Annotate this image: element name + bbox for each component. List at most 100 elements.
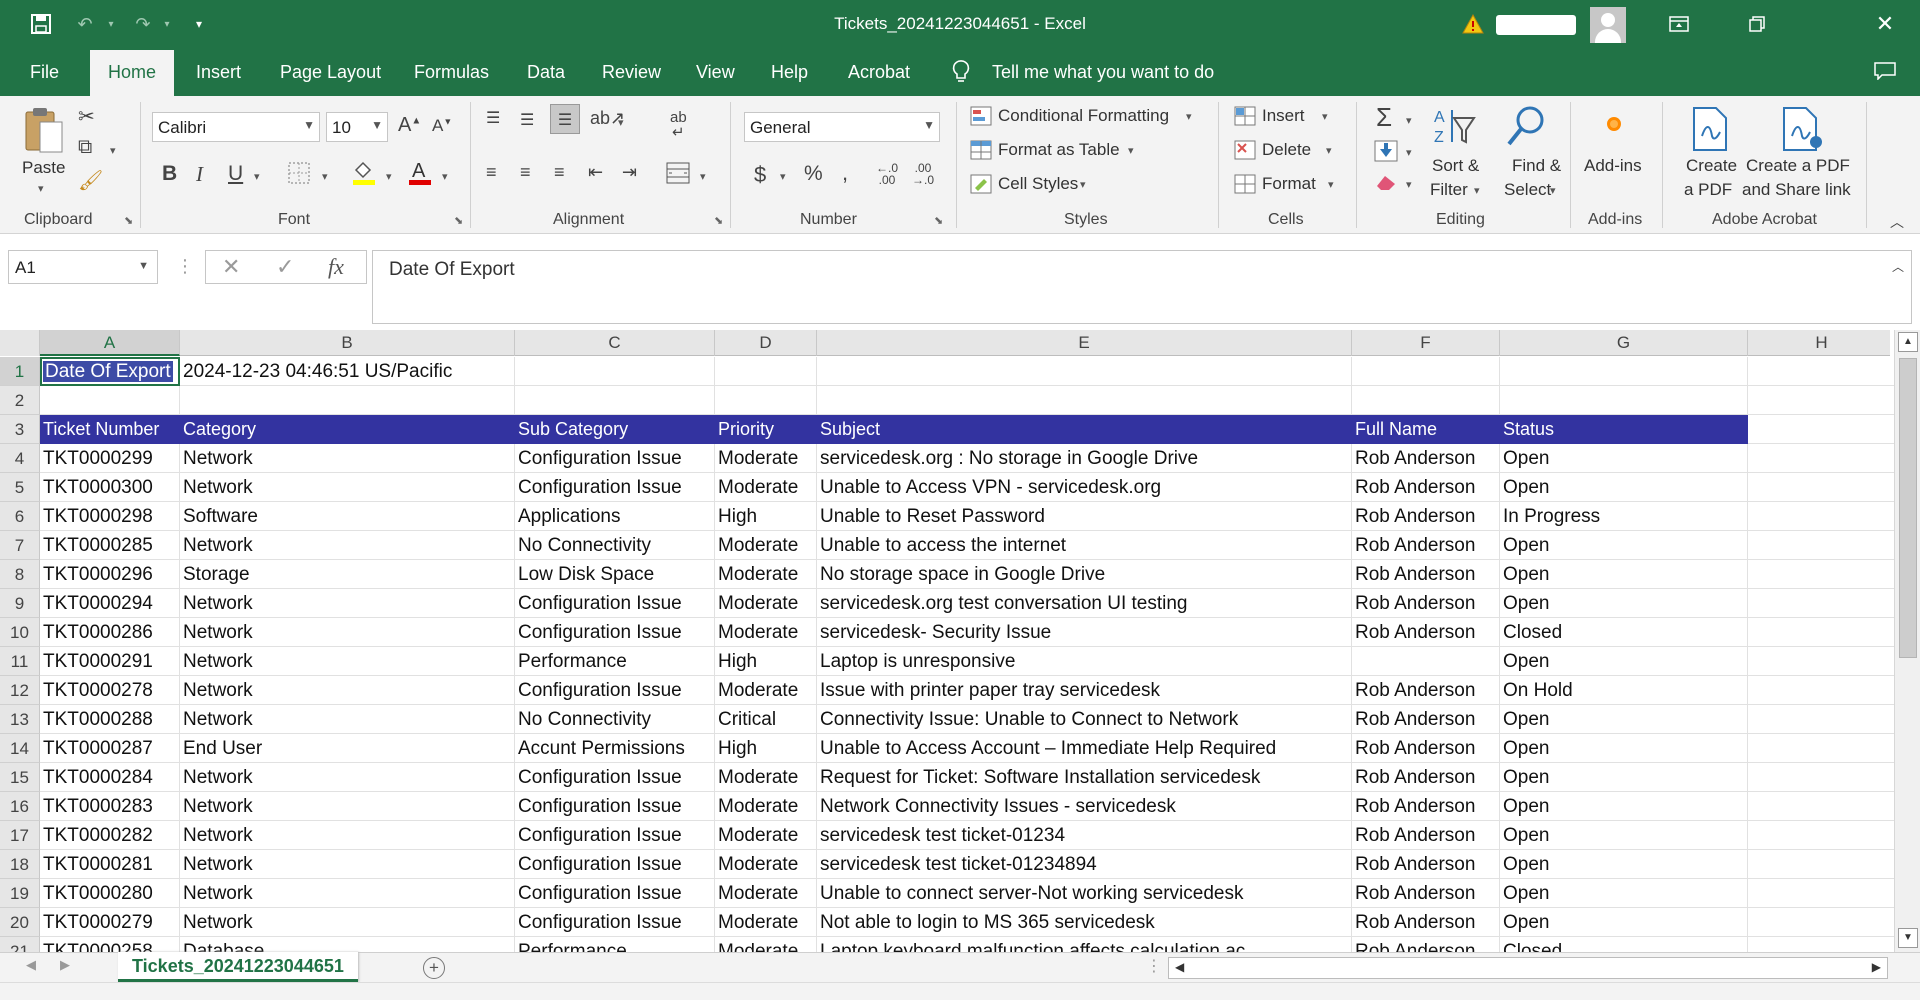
cell[interactable]: Rob Anderson <box>1352 937 1500 952</box>
align-right-icon[interactable]: ≡ <box>554 162 565 183</box>
table-header-cell[interactable]: Status <box>1500 415 1748 444</box>
cell[interactable]: Moderate <box>715 618 817 647</box>
create-share-pdf-label-1[interactable]: Create a PDF <box>1746 156 1850 176</box>
cell[interactable]: Network <box>180 792 515 821</box>
cell[interactable]: Request for Ticket: Software Installatio… <box>817 763 1352 792</box>
cell[interactable]: TKT0000285 <box>40 531 180 560</box>
fill-color-dropdown-icon[interactable]: ▾ <box>386 170 392 183</box>
scroll-up-icon[interactable]: ▲ <box>1898 332 1918 352</box>
cell[interactable]: TKT0000278 <box>40 676 180 705</box>
cell[interactable] <box>715 357 817 386</box>
prev-sheet-icon[interactable]: ◀ <box>26 957 36 973</box>
tab-acrobat[interactable]: Acrobat <box>848 62 910 83</box>
cell[interactable]: Moderate <box>715 937 817 952</box>
cell[interactable]: Moderate <box>715 444 817 473</box>
scroll-thumb[interactable] <box>1899 358 1917 658</box>
cell[interactable]: Open <box>1500 589 1748 618</box>
cell[interactable] <box>1748 386 1896 415</box>
cell-styles-dropdown-icon[interactable]: ▾ <box>1080 178 1086 191</box>
cell[interactable]: No Connectivity <box>515 531 715 560</box>
cell[interactable]: Network <box>180 618 515 647</box>
cell[interactable] <box>1748 763 1896 792</box>
cell[interactable]: Network <box>180 647 515 676</box>
row-header[interactable]: 12 <box>0 676 40 705</box>
cell[interactable]: High <box>715 734 817 763</box>
cell[interactable]: TKT0000294 <box>40 589 180 618</box>
cell[interactable]: Open <box>1500 763 1748 792</box>
cell[interactable]: High <box>715 647 817 676</box>
clipboard-launcher-icon[interactable]: ⬊ <box>124 214 133 227</box>
cell[interactable]: Rob Anderson <box>1352 676 1500 705</box>
cell[interactable]: Unable to connect server-Not working ser… <box>817 879 1352 908</box>
cell[interactable]: Unable to Access Account – Immediate Hel… <box>817 734 1352 763</box>
formula-input[interactable]: Date Of Export <box>372 250 1912 324</box>
cell[interactable]: Rob Anderson <box>1352 589 1500 618</box>
cell[interactable]: TKT0000283 <box>40 792 180 821</box>
cell[interactable]: Closed <box>1500 937 1748 952</box>
cancel-icon[interactable]: ✕ <box>222 254 240 280</box>
format-cells-icon[interactable] <box>1234 174 1256 199</box>
paste-dropdown-icon[interactable]: ▾ <box>38 182 44 195</box>
table-header-cell[interactable]: Sub Category <box>515 415 715 444</box>
cell[interactable] <box>1748 560 1896 589</box>
add-ins-button[interactable]: Add-ins <box>1584 156 1642 176</box>
cell[interactable]: Network <box>180 821 515 850</box>
cell[interactable]: On Hold <box>1500 676 1748 705</box>
table-header-cell[interactable]: Ticket Number <box>40 415 180 444</box>
create-share-pdf-icon[interactable] <box>1780 106 1824 157</box>
cell[interactable]: Unable to Access VPN - servicedesk.org <box>817 473 1352 502</box>
cell[interactable] <box>1748 879 1896 908</box>
row-header[interactable]: 10 <box>0 618 40 647</box>
cell[interactable]: TKT0000291 <box>40 647 180 676</box>
fill-color-icon[interactable] <box>352 160 376 191</box>
cell[interactable]: TKT0000298 <box>40 502 180 531</box>
paste-icon[interactable] <box>22 104 66 158</box>
cell[interactable]: Laptop is unresponsive <box>817 647 1352 676</box>
row-header[interactable]: 5 <box>0 473 40 502</box>
cell[interactable]: TKT0000286 <box>40 618 180 647</box>
tab-home[interactable]: Home <box>90 50 175 96</box>
cell[interactable] <box>1748 676 1896 705</box>
table-header-cell[interactable]: Priority <box>715 415 817 444</box>
sort-filter-label-2[interactable]: Filter <box>1430 180 1468 200</box>
column-header-f[interactable]: F <box>1352 330 1500 356</box>
column-header-g[interactable]: G <box>1500 330 1748 356</box>
sort-filter-label-1[interactable]: Sort & <box>1432 156 1479 176</box>
alignment-launcher-icon[interactable]: ⬊ <box>714 214 723 227</box>
cell[interactable]: Rob Anderson <box>1352 444 1500 473</box>
cell[interactable]: Network <box>180 850 515 879</box>
cell[interactable]: Open <box>1500 531 1748 560</box>
align-top-icon[interactable]: ☰ <box>486 108 500 128</box>
cell[interactable]: Moderate <box>715 792 817 821</box>
cell[interactable]: Accunt Permissions <box>515 734 715 763</box>
font-size-combo[interactable]: 10 ▼ <box>326 112 388 142</box>
cell[interactable]: Closed <box>1500 618 1748 647</box>
ribbon-display-icon[interactable] <box>1664 9 1694 39</box>
cell[interactable] <box>1748 502 1896 531</box>
cell[interactable]: High <box>715 502 817 531</box>
scroll-down-icon[interactable]: ▼ <box>1898 928 1918 948</box>
cell[interactable] <box>1352 386 1500 415</box>
format-as-table-dropdown-icon[interactable]: ▾ <box>1128 144 1134 157</box>
name-box[interactable]: A1 ▼ <box>8 250 158 284</box>
cell[interactable]: Configuration Issue <box>515 676 715 705</box>
cell-styles-icon[interactable] <box>970 174 992 199</box>
clear-dropdown-icon[interactable]: ▾ <box>1406 178 1412 191</box>
cell[interactable]: TKT0000288 <box>40 705 180 734</box>
row-header[interactable]: 19 <box>0 879 40 908</box>
cell[interactable]: Rob Anderson <box>1352 502 1500 531</box>
cell[interactable]: TKT0000300 <box>40 473 180 502</box>
cell[interactable]: Network <box>180 879 515 908</box>
cell[interactable] <box>1748 589 1896 618</box>
cell[interactable] <box>1748 415 1896 444</box>
row-header[interactable]: 20 <box>0 908 40 937</box>
borders-dropdown-icon[interactable]: ▾ <box>322 170 328 183</box>
create-pdf-label-1[interactable]: Create <box>1686 156 1737 176</box>
cell[interactable]: Rob Anderson <box>1352 705 1500 734</box>
cell[interactable]: servicedesk- Security Issue <box>817 618 1352 647</box>
cell-a1[interactable]: Date Of Export <box>40 357 180 386</box>
cell[interactable]: Connectivity Issue: Unable to Connect to… <box>817 705 1352 734</box>
column-header-c[interactable]: C <box>515 330 715 356</box>
number-launcher-icon[interactable]: ⬊ <box>934 214 943 227</box>
cell[interactable]: Network <box>180 473 515 502</box>
